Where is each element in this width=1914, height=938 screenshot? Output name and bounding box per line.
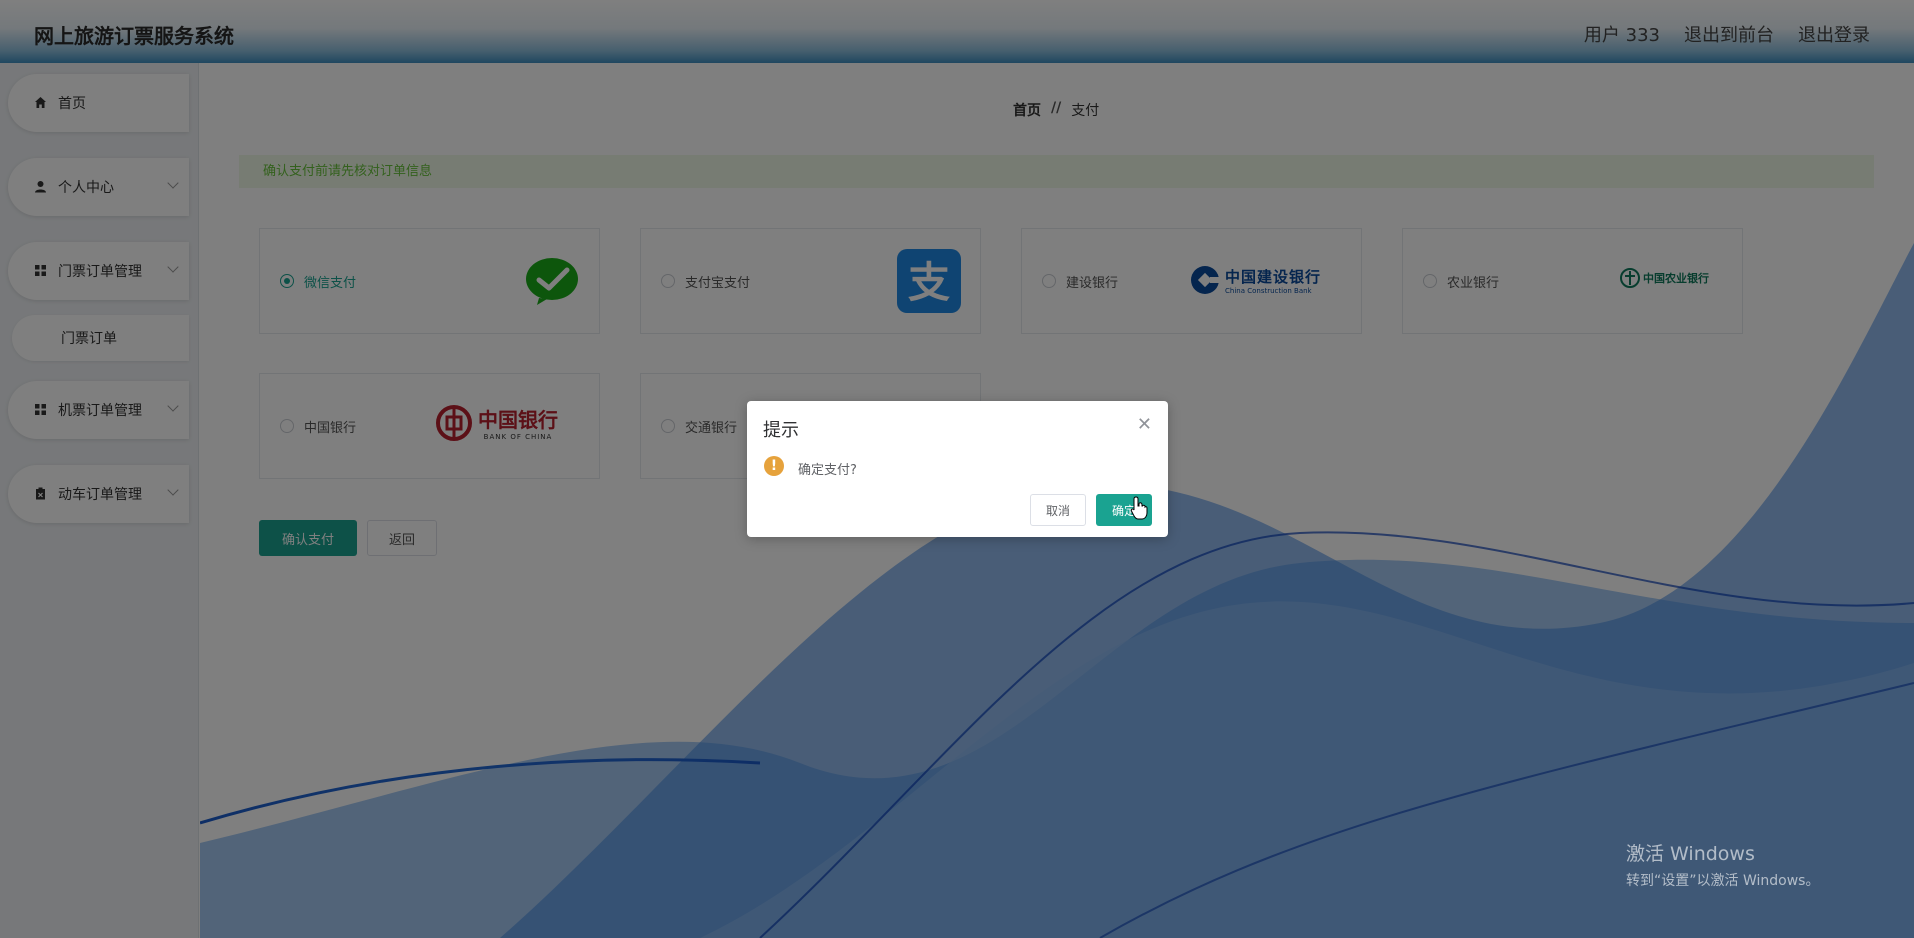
- watermark-line1: 激活 Windows: [1626, 843, 1755, 865]
- confirm-dialog: 提示 ✕ ! 确定支付? 取消 确定: [747, 401, 1168, 537]
- dialog-title: 提示: [763, 420, 799, 441]
- close-icon[interactable]: ✕: [1137, 414, 1152, 435]
- warning-icon: !: [764, 456, 784, 476]
- dialog-message: 确定支付?: [798, 463, 857, 478]
- hand-cursor-icon: [1130, 496, 1148, 520]
- windows-watermark: 激活 Windows 转到“设置”以激活 Windows。: [1626, 839, 1819, 890]
- cancel-button[interactable]: 取消: [1030, 494, 1086, 526]
- watermark-line2: 转到“设置”以激活 Windows。: [1626, 873, 1820, 889]
